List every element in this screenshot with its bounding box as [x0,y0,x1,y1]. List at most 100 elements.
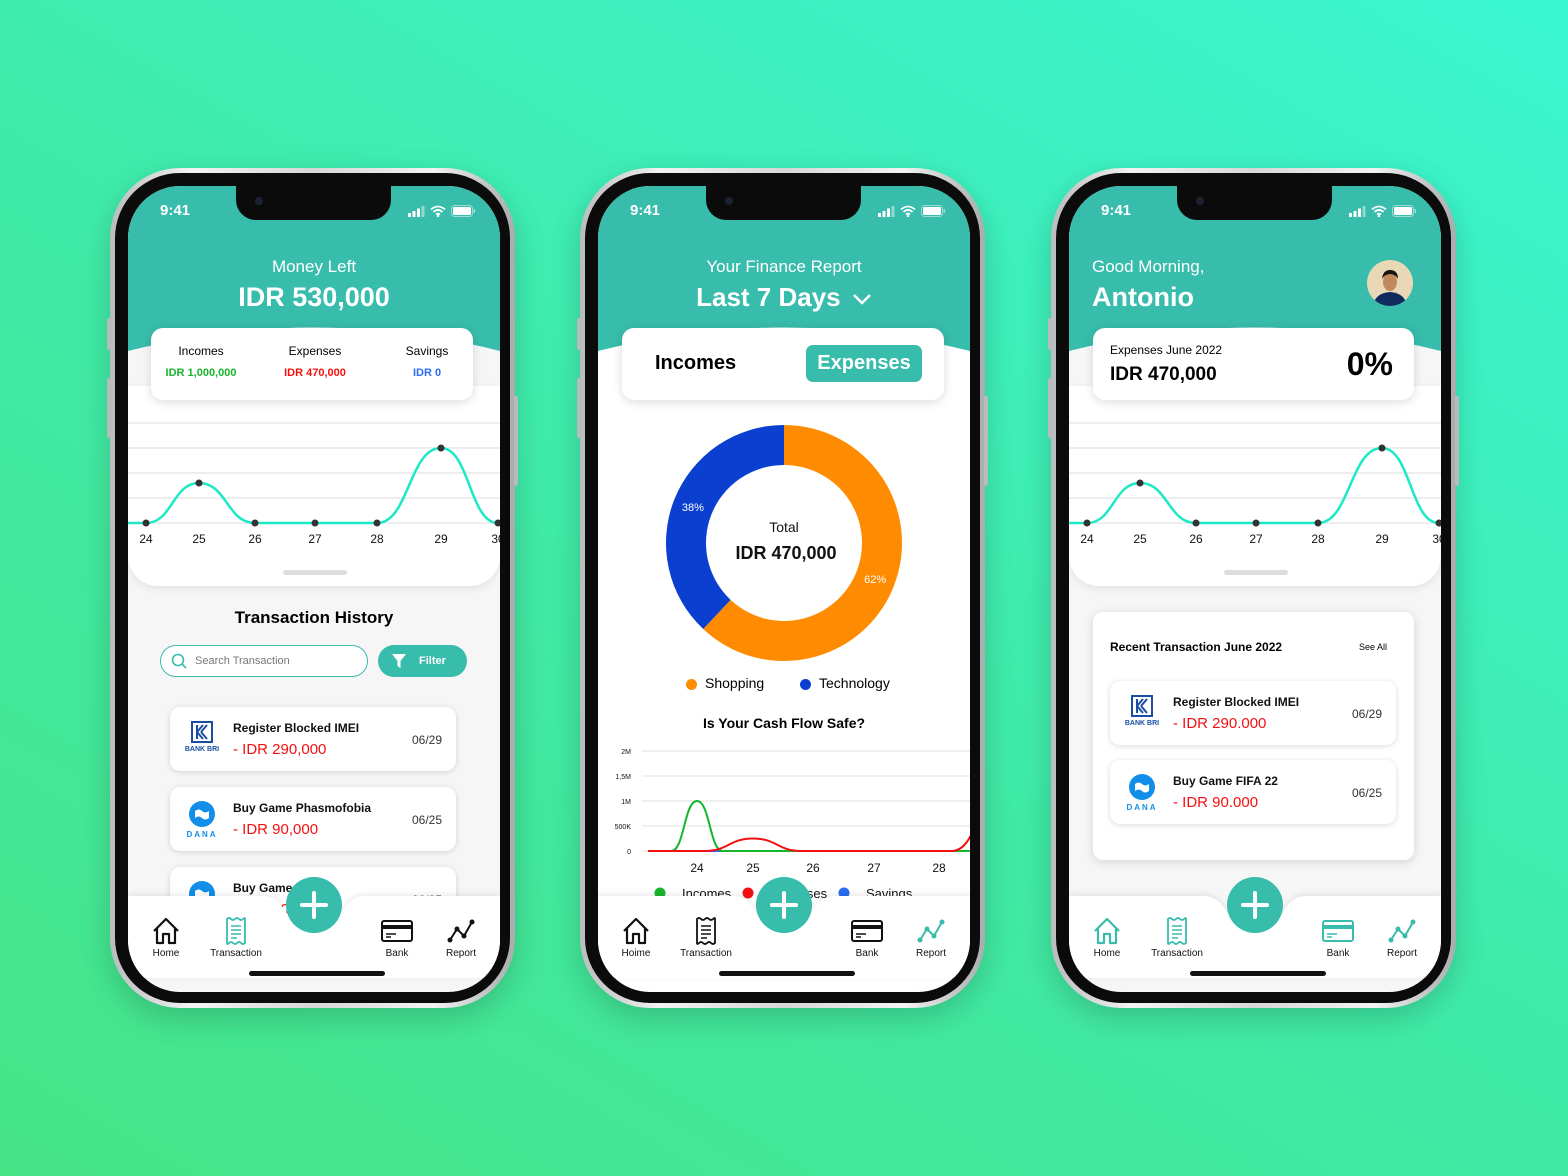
dana-icon [1129,774,1155,800]
transaction-title: Buy Game Phasmofobia [233,801,372,815]
nav-item-home[interactable]: Home [1072,916,1142,959]
incomes-label: Incomes [178,344,224,358]
nav-item-bank[interactable]: Bank [1303,916,1373,959]
transaction-title: Register Blocked IMEI [1173,695,1300,709]
nav-item-home[interactable]: Home [131,916,201,959]
transaction-item[interactable]: DANA Buy Game FIFA 22 - IDR 90.000 06/25 [1110,760,1396,824]
period-dropdown[interactable]: Last 7 Days [598,282,970,313]
nav-item-bank[interactable]: Bank [832,916,902,959]
legend-label: Shopping [705,675,765,691]
slice-label: 62% [864,574,886,586]
data-point [1252,519,1260,527]
filter-button[interactable]: Filter [378,645,467,677]
bank-card-icon [1322,920,1354,942]
summary-card: Incomes IDR 1,000,000 Expenses IDR 470,0… [151,328,473,400]
y-tick-label: 500K [615,824,632,831]
wifi-icon [1371,205,1387,217]
battery-icon [1392,205,1417,217]
phone-home-dashboard: 9:41 Good Morning, Antonio Expenses June… [1048,168,1459,1008]
cashflow-title: Is Your Cash Flow Safe? [702,715,866,731]
see-all-link[interactable]: See All [1359,642,1387,652]
status-time: 9:41 [160,202,191,219]
nav-item-transaction[interactable]: Transaction [671,916,741,959]
expense-card-percent: 0% [1346,346,1393,382]
nav-label: Transaction [1151,948,1203,959]
tab-expenses[interactable]: Expenses [806,345,922,382]
logo-text: BANK BRI [1124,720,1160,727]
receipt-icon [226,917,246,945]
expenses-value: IDR 470,000 [284,367,346,379]
receipt-icon [1167,917,1187,945]
status-icons [408,205,476,217]
report-chart-icon [917,919,945,943]
nav-item-transaction[interactable]: Transaction [201,916,271,959]
drag-handle[interactable] [283,570,347,575]
y-tick-label: 1M [621,799,631,806]
phone-transaction-history: 9:41 Money Left IDR 530,000 Incomes IDR … [107,168,518,1008]
expense-card-value: IDR 470,000 [1110,364,1217,385]
notch [236,186,391,220]
nav-item-report[interactable]: Report [896,916,966,959]
nav-label: Report [915,948,946,959]
line-chart-svg: 24 25 26 27 28 29 30 [1069,422,1441,546]
x-tick-label: 30 [491,532,500,546]
logo-text: DANA [1126,803,1158,812]
drag-handle[interactable] [1224,570,1288,575]
legend-technology: Technology [800,675,890,691]
nav-item-report[interactable]: Report [1367,916,1437,959]
search-placeholder: Search Transaction [195,655,290,667]
bank-card-icon [851,920,883,942]
tab-incomes[interactable]: Incomes [655,352,736,375]
transaction-date: 06/29 [1351,707,1382,721]
nav-item-home[interactable]: Hoime [601,916,671,959]
data-point [494,519,500,527]
nav-label: Bank [385,948,409,959]
line-chart-svg: 24 25 26 27 28 29 30 [128,422,500,546]
transaction-amount: - IDR 290,000 [233,741,327,758]
transaction-title: Register Blocked IMEI [233,721,360,735]
add-transaction-button[interactable] [756,877,812,933]
x-tick-label: 29 [1375,532,1389,546]
transaction-item[interactable]: BANK BRI Register Blocked IMEI - IDR 290,0… [170,707,456,771]
signal-icon [1349,205,1366,217]
add-transaction-button[interactable] [286,877,342,933]
transaction-amount: - IDR 290.000 [1173,715,1267,732]
screen: 9:41 Good Morning, Antonio Expenses June… [1069,186,1441,992]
add-transaction-button[interactable] [1227,877,1283,933]
nav-item-report[interactable]: Report [426,916,496,959]
expenses-label: Expenses [288,344,342,358]
legend-dot [686,678,697,690]
donut-slice-technology [666,425,784,630]
data-point [195,479,203,487]
nav-label: Home [152,948,180,959]
data-point [1192,519,1200,527]
transaction-item[interactable]: DANA Buy Game Phasmofobia - IDR 90,000 06/2… [170,787,456,851]
data-point [1083,519,1091,527]
legend-shopping: Shopping [686,675,764,691]
user-name: Antonio [1092,282,1194,312]
x-tick-label: 25 [192,532,206,546]
nav-label: Bank [1326,948,1350,959]
x-tick-label: 24 [690,861,704,875]
filter-icon [392,654,406,668]
transaction-item[interactable]: BANK BRI Register Blocked IMEI - IDR 290.0… [1110,681,1396,745]
slice-label: 38% [682,502,704,514]
status-time: 9:41 [1101,202,1132,219]
data-point [251,519,259,527]
home-icon [1094,917,1120,945]
nav-item-bank[interactable]: Bank [362,916,432,959]
x-tick-label: 26 [806,861,820,875]
home-indicator [249,971,385,976]
search-input[interactable]: Search Transaction [160,645,368,677]
data-point [1314,519,1322,527]
plus-icon [300,891,328,919]
nav-label: Hoime [621,948,651,959]
phone-finance-report: 9:41 Your Finance Report Last 7 Days Inc… [577,168,988,1008]
wifi-icon [430,205,446,217]
x-tick-label: 28 [932,861,946,875]
nav-item-transaction[interactable]: Transaction [1142,916,1212,959]
avatar[interactable] [1367,260,1413,306]
x-tick-label: 27 [308,532,322,546]
x-tick-label: 28 [370,532,384,546]
incomes-value: IDR 1,000,000 [165,367,237,379]
